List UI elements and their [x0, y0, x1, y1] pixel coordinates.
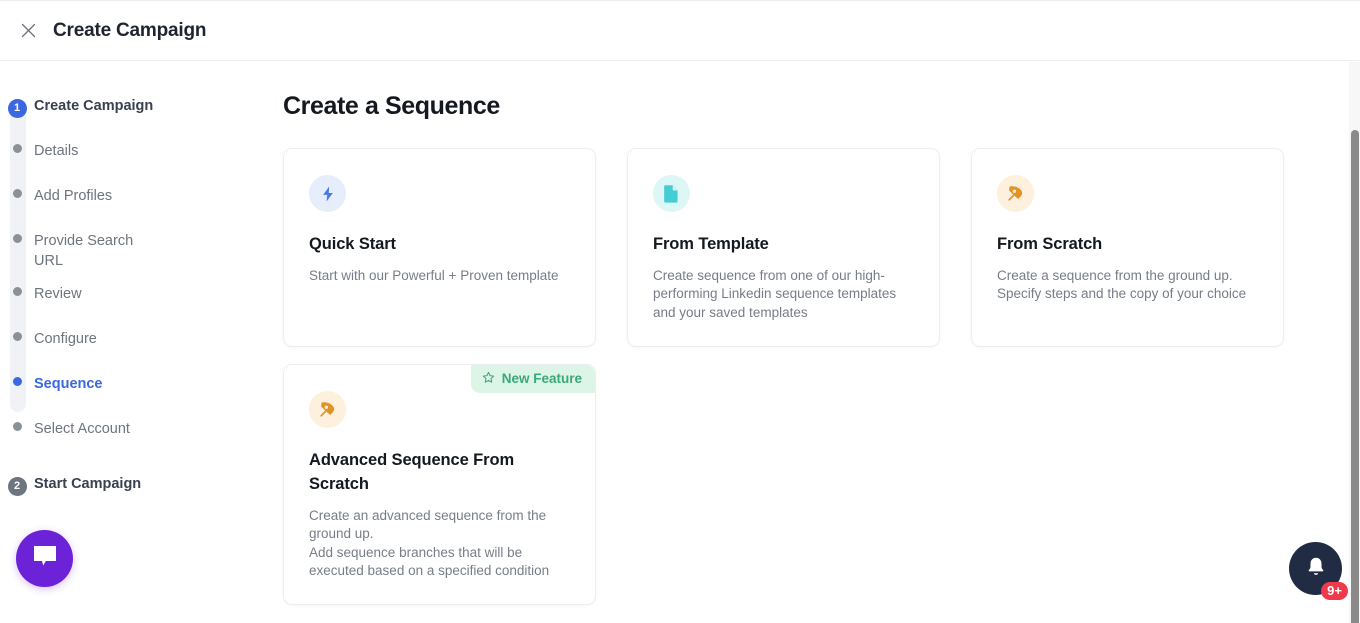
card-advanced-sequence-from-scratch[interactable]: New Feature Advanced Sequence From Scrat… [283, 364, 596, 605]
step-dot-icon [13, 377, 22, 386]
section-title: Create a Sequence [283, 92, 1343, 121]
pen-nib-icon [309, 391, 346, 428]
sidebar-item-details[interactable]: Details [0, 141, 283, 173]
sidebar-item-label: Provide Search URL [34, 231, 159, 271]
card-description: Create sequence from one of our high-per… [653, 267, 915, 322]
main-content: Create a Sequence Quick Start Start with… [283, 62, 1343, 623]
status-badge-new-feature: New Feature [471, 365, 595, 393]
sidebar-item-add-profiles[interactable]: Add Profiles [0, 186, 283, 218]
step-dot-icon [13, 422, 22, 431]
sidebar-item-sequence[interactable]: Sequence [0, 374, 283, 406]
status-badge-label: New Feature [502, 372, 582, 386]
sidebar-item-label: Sequence [34, 374, 103, 394]
card-title: From Template [653, 233, 915, 257]
card-description: Start with our Powerful + Proven templat… [309, 267, 571, 285]
step-marker: 2 [0, 474, 34, 496]
card-quick-start[interactable]: Quick Start Start with our Powerful + Pr… [283, 148, 596, 347]
page-title: Create Campaign [53, 20, 206, 42]
step-marker [0, 231, 34, 243]
step-dot-icon [13, 189, 22, 198]
sidebar-item-label: Create Campaign [34, 96, 153, 116]
star-icon [482, 371, 495, 387]
sidebar-item-select-account[interactable]: Select Account [0, 419, 283, 451]
sidebar-item-start-campaign[interactable]: 2 Start Campaign [0, 474, 283, 506]
sidebar-item-review[interactable]: Review [0, 284, 283, 316]
step-dot-icon [13, 144, 22, 153]
card-description: Create an advanced sequence from the gro… [309, 507, 571, 580]
card-title: Quick Start [309, 233, 571, 257]
card-description: Create a sequence from the ground up. Sp… [997, 267, 1259, 304]
sidebar-item-label: Add Profiles [34, 186, 112, 206]
step-dot-icon [13, 332, 22, 341]
chat-bubble-icon [32, 544, 58, 573]
step-marker [0, 329, 34, 341]
step-marker [0, 141, 34, 153]
sidebar-item-label: Start Campaign [34, 474, 141, 494]
step-number-badge: 2 [8, 477, 27, 496]
notification-count-badge: 9+ [1321, 582, 1348, 600]
modal-header: Create Campaign [0, 1, 1360, 61]
close-icon [20, 22, 37, 39]
card-title: From Scratch [997, 233, 1259, 257]
sidebar-item-label: Review [34, 284, 82, 304]
sidebar-item-label: Select Account [34, 419, 130, 439]
stepper-list: 1 Create Campaign Details Add Profiles [0, 96, 283, 506]
step-marker: 1 [0, 96, 34, 118]
sidebar-item-configure[interactable]: Configure [0, 329, 283, 361]
step-marker [0, 284, 34, 296]
sidebar-item-label: Configure [34, 329, 97, 349]
step-marker [0, 374, 34, 386]
sequence-option-grid: Quick Start Start with our Powerful + Pr… [283, 148, 1343, 605]
modal-body: 1 Create Campaign Details Add Profiles [0, 62, 1360, 623]
step-dot-icon [13, 287, 22, 296]
sidebar-item-provide-search-url[interactable]: Provide Search URL [0, 231, 283, 271]
bell-icon [1305, 555, 1327, 583]
pen-nib-icon [997, 175, 1034, 212]
sidebar-item-label: Details [34, 141, 78, 161]
vertical-scrollbar-thumb[interactable] [1351, 130, 1359, 623]
card-title: Advanced Sequence From Scratch [309, 449, 571, 497]
lightning-bolt-icon [309, 175, 346, 212]
sidebar-item-create-campaign[interactable]: 1 Create Campaign [0, 96, 283, 128]
step-number-badge: 1 [8, 99, 27, 118]
card-from-scratch[interactable]: From Scratch Create a sequence from the … [971, 148, 1284, 347]
close-button[interactable] [11, 14, 45, 48]
chat-widget-button[interactable] [16, 530, 73, 587]
step-dot-icon [13, 234, 22, 243]
notifications-button[interactable]: 9+ [1289, 542, 1342, 595]
vertical-scrollbar-track[interactable] [1349, 62, 1360, 623]
card-from-template[interactable]: From Template Create sequence from one o… [627, 148, 940, 347]
document-icon [653, 175, 690, 212]
step-marker [0, 419, 34, 431]
step-marker [0, 186, 34, 198]
